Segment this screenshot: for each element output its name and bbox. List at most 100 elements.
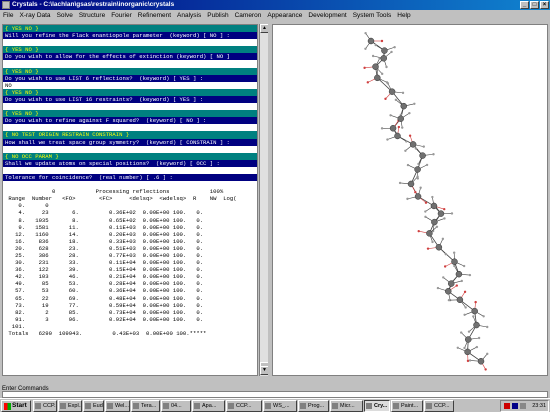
atom: [456, 346, 459, 349]
taskbar-item[interactable]: CCP...: [424, 400, 454, 412]
console-line: 101.: [5, 322, 26, 330]
atom: [453, 264, 456, 268]
menu-structure[interactable]: Structure: [76, 10, 108, 21]
task-app-icon: [332, 403, 338, 409]
taskbar-item[interactable]: Apa...: [192, 400, 225, 412]
minimize-button[interactable]: _: [520, 1, 529, 9]
atom: [432, 153, 435, 156]
taskbar-item[interactable]: Cry...: [364, 400, 390, 412]
atom: [477, 358, 485, 365]
menu-x-ray-data[interactable]: X-ray Data: [16, 10, 53, 21]
menu-cameron[interactable]: Cameron: [232, 10, 265, 21]
output-console[interactable]: { YES NO } Will you refine the Flack enan…: [2, 24, 258, 376]
atom: [426, 230, 433, 237]
atom: [460, 331, 463, 334]
atom: [414, 166, 421, 173]
taskbar-item[interactable]: Prog...: [298, 400, 329, 412]
atom: [408, 111, 411, 115]
atom: [374, 74, 381, 82]
task-app-icon: [228, 403, 234, 409]
taskbar-item-label: Wel...: [115, 403, 129, 409]
atom: [452, 251, 456, 254]
atom: [441, 237, 445, 241]
tray-app-icon[interactable]: [504, 403, 510, 409]
start-button[interactable]: Start: [1, 400, 31, 412]
atom: [482, 315, 485, 318]
atom: [417, 229, 420, 233]
console-line: 25. 386 28. 0.77E+03 0.00E+00 100. 0.: [5, 252, 204, 259]
console-line: 16. 836 18. 0.33E+03 0.00E+00 100. 0.: [5, 237, 204, 245]
atom: [397, 115, 404, 122]
taskbar-item[interactable]: WS_...: [263, 400, 297, 412]
menu-file[interactable]: File: [0, 10, 16, 21]
atom: [445, 288, 452, 295]
task-app-icon: [300, 403, 306, 409]
atom: [394, 98, 398, 102]
task-app-icon: [85, 403, 91, 409]
atom: [407, 180, 415, 188]
atom: [463, 290, 467, 294]
menu-solve[interactable]: Solve: [54, 10, 76, 21]
taskbar-item[interactable]: CCP...: [226, 400, 262, 412]
title-bar[interactable]: Crystals - C:\lachlan\gsas\restrain\inor…: [0, 0, 550, 10]
console-line: 12. 1160 14. 0.20E+03 0.00E+00 100. 0.: [5, 230, 204, 238]
atom: [414, 191, 417, 194]
console-line: { YES NO }: [3, 25, 257, 33]
atom: [431, 218, 438, 226]
taskbar-item[interactable]: Eud...: [83, 400, 104, 412]
taskbar-item[interactable]: Paint...: [391, 400, 423, 412]
atom: [444, 253, 448, 256]
command-input[interactable]: [2, 391, 548, 398]
atom: [414, 193, 422, 200]
atom: [364, 31, 367, 35]
atom: [425, 163, 429, 167]
console-line: Shall we update atoms on special positio…: [3, 159, 257, 167]
console-line: 73. 19 77. 0.59E+04 0.00E+00 100. 0.: [5, 301, 204, 309]
taskbar-item-label: Expl...: [68, 403, 82, 409]
taskbar-item[interactable]: Expl...: [58, 400, 82, 412]
atom: [443, 217, 446, 220]
console-line: 0. 0: [5, 202, 49, 210]
menu-system-tools[interactable]: System Tools: [350, 10, 395, 21]
atom: [401, 91, 405, 95]
atom: [447, 298, 451, 302]
console-line: 0 Processing reflections 100%: [5, 188, 224, 196]
taskbar-item-label: Micr...: [340, 403, 355, 409]
atom: [464, 348, 471, 356]
task-app-icon: [107, 403, 113, 409]
atom: [430, 202, 438, 210]
menu-development[interactable]: Development: [305, 10, 349, 21]
console-line: 30. 231 33. 0.11E+04 0.00E+00 100. 0.: [5, 259, 204, 267]
taskbar-item[interactable]: Micr...: [330, 400, 363, 412]
atom: [388, 88, 396, 95]
taskbar-item[interactable]: CCP...: [33, 400, 57, 412]
task-app-icon: [60, 403, 66, 409]
taskbar-item[interactable]: 04...: [161, 400, 191, 412]
menu-fourier[interactable]: Fourier: [108, 10, 135, 21]
menu-analysis[interactable]: Analysis: [174, 10, 204, 21]
menu-appearance[interactable]: Appearance: [264, 10, 305, 21]
task-app-icon: [265, 403, 271, 409]
maximize-button[interactable]: □: [530, 1, 539, 9]
structure-viewer[interactable]: [272, 24, 548, 376]
close-button[interactable]: ×: [540, 1, 549, 9]
console-scrollbar[interactable]: ▲ ▼: [259, 24, 269, 376]
console-line: Do you wish to allow for the effects of …: [3, 53, 257, 61]
atom: [371, 54, 375, 58]
speaker-icon[interactable]: [520, 403, 526, 409]
taskbar-item[interactable]: Wel...: [105, 400, 130, 412]
molecule-drawing: [363, 31, 489, 371]
console-line: Range Number <FO> <FC> <delsq> <wdelsq> …: [5, 195, 237, 203]
console-line: { NO TEST ORIGIN RESTRAIN CONSTRAIN }: [3, 131, 257, 139]
atom: [451, 258, 458, 265]
start-label: Start: [12, 402, 27, 409]
taskbar-item[interactable]: Tera...: [131, 400, 160, 412]
atom: [414, 147, 418, 150]
menu-help[interactable]: Help: [394, 10, 413, 21]
menu-publish[interactable]: Publish: [204, 10, 231, 21]
menu-refinement[interactable]: Refinement: [135, 10, 174, 21]
tray-network-icon[interactable]: [512, 403, 518, 409]
app-icon[interactable]: [2, 1, 10, 9]
console-line: { YES NO }: [3, 110, 257, 118]
atom: [467, 330, 471, 333]
